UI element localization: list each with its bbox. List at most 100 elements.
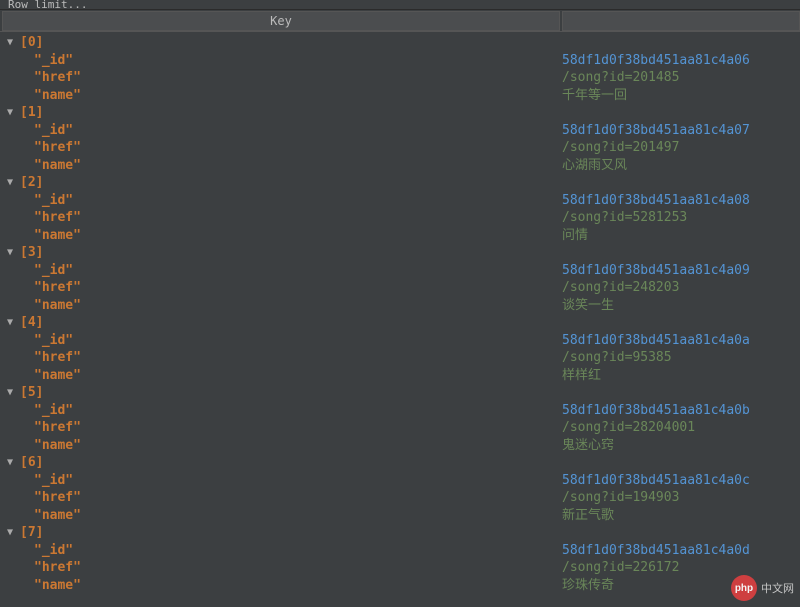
field-key: "_id" [34,192,73,210]
watermark-badge: php [731,575,757,601]
field-value: 问情 [562,228,588,243]
expand-toggle-icon[interactable]: ▼ [4,177,16,189]
tree-view: ▼[0]▼"_id"58df1d0f38bd451aa81c4a06▼"href… [0,32,800,594]
field-value: 58df1d0f38bd451aa81c4a06 [562,53,750,68]
watermark-text: 中文网 [761,580,794,596]
field-key: "name" [34,507,81,525]
field-key: "name" [34,367,81,385]
tree-node[interactable]: ▼ [7] [0,524,800,542]
tree-leaf[interactable]: ▼"name"谈笑一生 [0,297,800,315]
tree-leaf[interactable]: ▼"_id"58df1d0f38bd451aa81c4a0a [0,332,800,350]
tree-leaf[interactable]: ▼"_id"58df1d0f38bd451aa81c4a0c [0,472,800,490]
node-index: [2] [20,174,43,192]
field-value: 58df1d0f38bd451aa81c4a0d [562,543,750,558]
field-key: "href" [34,489,81,507]
tree-leaf[interactable]: ▼"_id"58df1d0f38bd451aa81c4a08 [0,192,800,210]
field-key: "href" [34,209,81,227]
tree-leaf[interactable]: ▼"href"/song?id=248203 [0,279,800,297]
tree-node[interactable]: ▼ [3] [0,244,800,262]
field-key: "_id" [34,52,73,70]
row-limit-label: Row limit... [8,0,87,11]
tree-leaf[interactable]: ▼"href"/song?id=226172 [0,559,800,577]
field-value: 谈笑一生 [562,298,614,313]
tree-leaf[interactable]: ▼"name"心湖雨又风 [0,157,800,175]
tree-leaf[interactable]: ▼"_id"58df1d0f38bd451aa81c4a07 [0,122,800,140]
tree-leaf[interactable]: ▼"href"/song?id=194903 [0,489,800,507]
node-index: [5] [20,384,43,402]
node-index: [0] [20,34,43,52]
field-key: "href" [34,69,81,87]
expand-toggle-icon[interactable]: ▼ [4,527,16,539]
column-header-key[interactable]: Key [2,11,560,31]
tree-leaf[interactable]: ▼"href"/song?id=5281253 [0,209,800,227]
tree-leaf[interactable]: ▼"name"样样红 [0,367,800,385]
tree-leaf[interactable]: ▼"name"问情 [0,227,800,245]
node-index: [6] [20,454,43,472]
tree-node[interactable]: ▼ [4] [0,314,800,332]
field-key: "name" [34,227,81,245]
tree-leaf[interactable]: ▼"href"/song?id=201497 [0,139,800,157]
tree-leaf[interactable]: ▼"href"/song?id=28204001 [0,419,800,437]
expand-toggle-icon[interactable]: ▼ [4,387,16,399]
field-value: 58df1d0f38bd451aa81c4a09 [562,263,750,278]
field-key: "name" [34,87,81,105]
tree-leaf[interactable]: ▼"name"千年等一回 [0,87,800,105]
tree-leaf[interactable]: ▼"href"/song?id=201485 [0,69,800,87]
field-value: /song?id=194903 [562,490,679,505]
watermark: php 中文网 [731,575,794,601]
tree-leaf[interactable]: ▼"_id"58df1d0f38bd451aa81c4a0b [0,402,800,420]
node-index: [7] [20,524,43,542]
field-key: "href" [34,419,81,437]
field-value: 58df1d0f38bd451aa81c4a0a [562,333,750,348]
expand-toggle-icon[interactable]: ▼ [4,107,16,119]
field-value: /song?id=5281253 [562,210,687,225]
field-key: "_id" [34,332,73,350]
field-key: "name" [34,577,81,595]
tree-leaf[interactable]: ▼"_id"58df1d0f38bd451aa81c4a06 [0,52,800,70]
field-value: /song?id=248203 [562,280,679,295]
field-value: 58df1d0f38bd451aa81c4a08 [562,193,750,208]
tree-node[interactable]: ▼ [1] [0,104,800,122]
field-key: "href" [34,279,81,297]
field-value: /song?id=201497 [562,140,679,155]
column-header-value[interactable] [562,11,800,31]
expand-toggle-icon[interactable]: ▼ [4,457,16,469]
field-key: "_id" [34,402,73,420]
node-index: [1] [20,104,43,122]
field-value: 58df1d0f38bd451aa81c4a0b [562,403,750,418]
tree-leaf[interactable]: ▼"name"珍珠传奇 [0,577,800,595]
tree-leaf[interactable]: ▼"href"/song?id=95385 [0,349,800,367]
field-key: "href" [34,139,81,157]
tree-leaf[interactable]: ▼"name"新正气歌 [0,507,800,525]
field-value: 样样红 [562,368,601,383]
expand-toggle-icon[interactable]: ▼ [4,247,16,259]
field-key: "href" [34,559,81,577]
field-key: "_id" [34,122,73,140]
tree-node[interactable]: ▼ [0] [0,34,800,52]
tree-node[interactable]: ▼ [6] [0,454,800,472]
field-value: /song?id=28204001 [562,420,695,435]
tree-leaf[interactable]: ▼"_id"58df1d0f38bd451aa81c4a09 [0,262,800,280]
column-header-row: Key [0,10,800,32]
field-key: "name" [34,157,81,175]
field-key: "_id" [34,542,73,560]
field-key: "name" [34,297,81,315]
tree-leaf[interactable]: ▼"_id"58df1d0f38bd451aa81c4a0d [0,542,800,560]
node-index: [3] [20,244,43,262]
tree-node[interactable]: ▼ [5] [0,384,800,402]
tree-node[interactable]: ▼ [2] [0,174,800,192]
expand-toggle-icon[interactable]: ▼ [4,317,16,329]
toolbar: Row limit... [0,0,800,10]
field-key: "_id" [34,472,73,490]
field-value: /song?id=95385 [562,350,672,365]
field-key: "name" [34,437,81,455]
expand-toggle-icon[interactable]: ▼ [4,37,16,49]
field-key: "href" [34,349,81,367]
tree-leaf[interactable]: ▼"name"鬼迷心窍 [0,437,800,455]
field-key: "_id" [34,262,73,280]
field-value: 千年等一回 [562,88,627,103]
field-value: 心湖雨又风 [562,158,627,173]
field-value: 新正气歌 [562,508,614,523]
column-header-key-label: Key [270,14,292,28]
node-index: [4] [20,314,43,332]
